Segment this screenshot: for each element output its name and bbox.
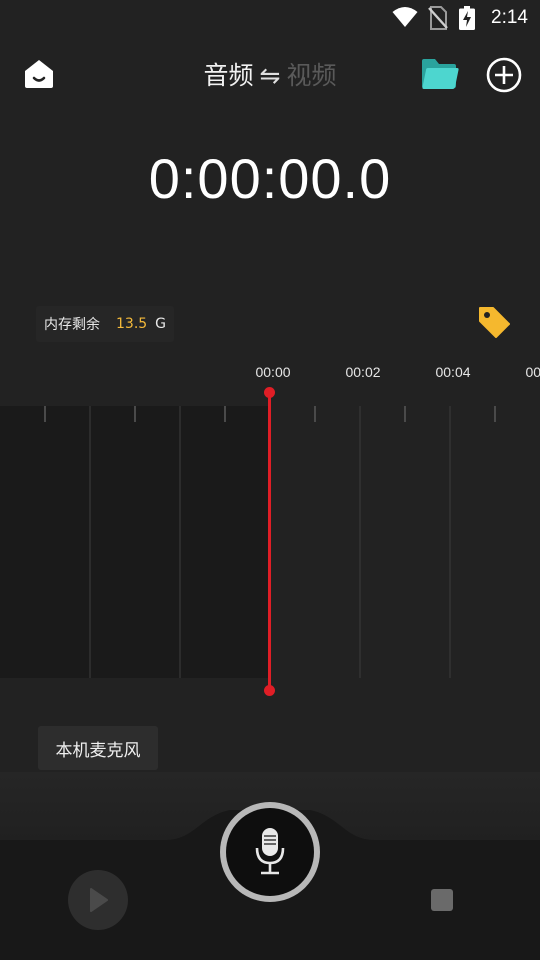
stop-button[interactable] — [431, 889, 453, 911]
tick-label: 00:02 — [345, 364, 381, 380]
playhead[interactable] — [268, 392, 271, 691]
input-source-button[interactable]: 本机麦克风 — [38, 726, 158, 770]
playhead-top-handle[interactable] — [264, 387, 275, 398]
tick-label: 00:06 — [525, 364, 540, 380]
playhead-bottom-handle[interactable] — [264, 685, 275, 696]
grid-line — [449, 406, 451, 678]
play-button[interactable] — [68, 870, 128, 930]
minor-tick — [494, 406, 496, 422]
timeline[interactable]: 00:00 00:02 00:04 00:06 — [0, 356, 540, 696]
tab-video[interactable]: 视频 — [286, 61, 336, 90]
storage-remaining: 内存剩余 13.5 G — [36, 306, 175, 342]
no-sim-icon — [428, 6, 448, 30]
storage-unit: G — [155, 316, 167, 332]
minor-tick — [134, 406, 136, 422]
storage-value: 13.5 — [116, 316, 148, 332]
waveform-segment — [91, 406, 179, 678]
grid-line — [359, 406, 361, 678]
wifi-icon — [392, 7, 418, 27]
tab-audio[interactable]: 音频 — [204, 61, 254, 90]
minor-tick — [44, 406, 46, 422]
record-button-inner — [226, 808, 314, 896]
tag-icon — [479, 307, 510, 338]
battery-charging-icon — [459, 6, 475, 30]
folder-icon — [422, 59, 459, 89]
recordings-folder-button[interactable] — [420, 56, 460, 92]
top-bar: 音频 ⇋ 视频 — [0, 44, 540, 104]
tag-button[interactable] — [476, 304, 512, 340]
mode-swap-icon[interactable]: ⇋ — [260, 61, 281, 90]
waveform-segment — [0, 406, 89, 678]
waveform-segment — [181, 406, 269, 678]
storage-label: 内存剩余 — [44, 317, 100, 333]
status-bar: 2:14 — [0, 0, 540, 36]
recording-timer: 0:00:00.0 — [148, 147, 392, 210]
record-button[interactable] — [220, 802, 320, 902]
tick-label: 00:00 — [255, 364, 291, 380]
tick-label: 00:04 — [435, 364, 471, 380]
add-button[interactable] — [486, 57, 522, 93]
clock: 2:14 — [491, 7, 528, 28]
minor-tick — [314, 406, 316, 422]
add-circle-icon — [486, 57, 522, 93]
minor-tick — [224, 406, 226, 422]
minor-tick — [404, 406, 406, 422]
microphone-icon — [255, 828, 285, 875]
play-icon — [90, 888, 108, 912]
